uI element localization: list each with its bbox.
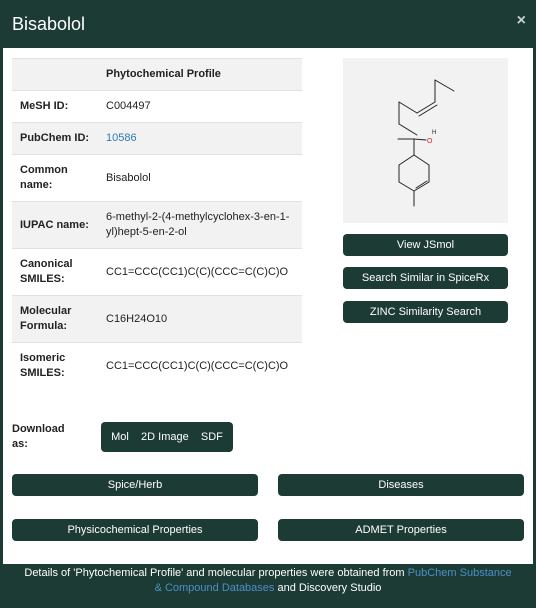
iupac-name-value: 6-methyl-2-(4-methylcyclohex-3-en-1-yl)h… xyxy=(98,201,302,249)
table-row: Isomeric SMILES: CC1=CCC(CC1)C(C)(CCC=C(… xyxy=(12,342,302,390)
row-key: MeSH ID: xyxy=(12,90,98,123)
physicochemical-properties-button[interactable]: Physicochemical Properties xyxy=(12,519,258,541)
row-key: PubChem ID: xyxy=(12,122,98,155)
molecular-formula-value: C16H24O10 xyxy=(98,295,302,343)
oxygen-atom-label: O xyxy=(427,138,433,145)
modal-title: Bisabolol xyxy=(12,14,86,34)
table-row: PubChem ID: 10586 xyxy=(12,122,302,155)
table-row: Molecular Formula: C16H24O10 xyxy=(12,295,302,343)
row-key: Molecular Formula: xyxy=(12,295,98,343)
table-header-row: Phytochemical Profile xyxy=(12,58,302,91)
molecule-structure-image: O H xyxy=(343,58,508,223)
download-label: Download as: xyxy=(12,423,65,450)
modal-body: Phytochemical Profile MeSH ID: C004497 P… xyxy=(3,48,533,564)
mesh-id-value: C004497 xyxy=(98,90,302,123)
table-row: MeSH ID: C004497 xyxy=(12,90,302,123)
download-2d-image-option[interactable]: 2D Image xyxy=(141,431,189,443)
admet-properties-button[interactable]: ADMET Properties xyxy=(278,519,524,541)
row-key: Common name: xyxy=(12,154,98,202)
footer-text-prefix: Details of 'Phytochemical Profile' and m… xyxy=(24,567,408,579)
canonical-smiles-value: CC1=CCC(CC1)C(C)(CCC=C(C)C)O xyxy=(98,248,302,296)
table-row: IUPAC name: 6-methyl-2-(4-methylcyclohex… xyxy=(12,201,302,249)
phytochemical-profile-table: Phytochemical Profile MeSH ID: C004497 P… xyxy=(12,58,302,390)
search-similar-spicerx-button[interactable]: Search Similar in SpiceRx xyxy=(343,267,508,289)
pubchem-id-link[interactable]: 10586 xyxy=(106,132,137,144)
row-key: Isomeric SMILES: xyxy=(12,342,98,390)
row-key: IUPAC name: xyxy=(12,201,98,249)
isomeric-smiles-value: CC1=CCC(CC1)C(C)(CCC=C(C)C)O xyxy=(98,342,302,390)
download-sdf-option[interactable]: SDF xyxy=(201,431,223,443)
table-header-empty xyxy=(12,58,98,91)
table-row: Common name: Bisabolol xyxy=(12,154,302,202)
zinc-similarity-search-button[interactable]: ZINC Similarity Search xyxy=(343,301,508,323)
download-options-group: Mol 2D Image SDF xyxy=(101,422,233,452)
footer-text-suffix: and Discovery Studio xyxy=(274,582,382,594)
download-mol-option[interactable]: Mol xyxy=(111,431,129,443)
common-name-value: Bisabolol xyxy=(98,154,302,202)
close-button[interactable]: × xyxy=(517,12,526,30)
modal-footer: Details of 'Phytochemical Profile' and m… xyxy=(0,564,536,608)
spice-herb-button[interactable]: Spice/Herb xyxy=(12,474,258,496)
table-row: Canonical SMILES: CC1=CCC(CC1)C(C)(CCC=C… xyxy=(12,248,302,296)
table-header-title: Phytochemical Profile xyxy=(98,58,302,91)
modal-header: Bisabolol × xyxy=(0,0,536,48)
row-key: Canonical SMILES: xyxy=(12,248,98,296)
view-jsmol-button[interactable]: View JSmol xyxy=(343,234,508,256)
hydrogen-atom-label: H xyxy=(432,130,436,136)
diseases-button[interactable]: Diseases xyxy=(278,474,524,496)
molecule-structure-svg: O H xyxy=(397,79,455,207)
